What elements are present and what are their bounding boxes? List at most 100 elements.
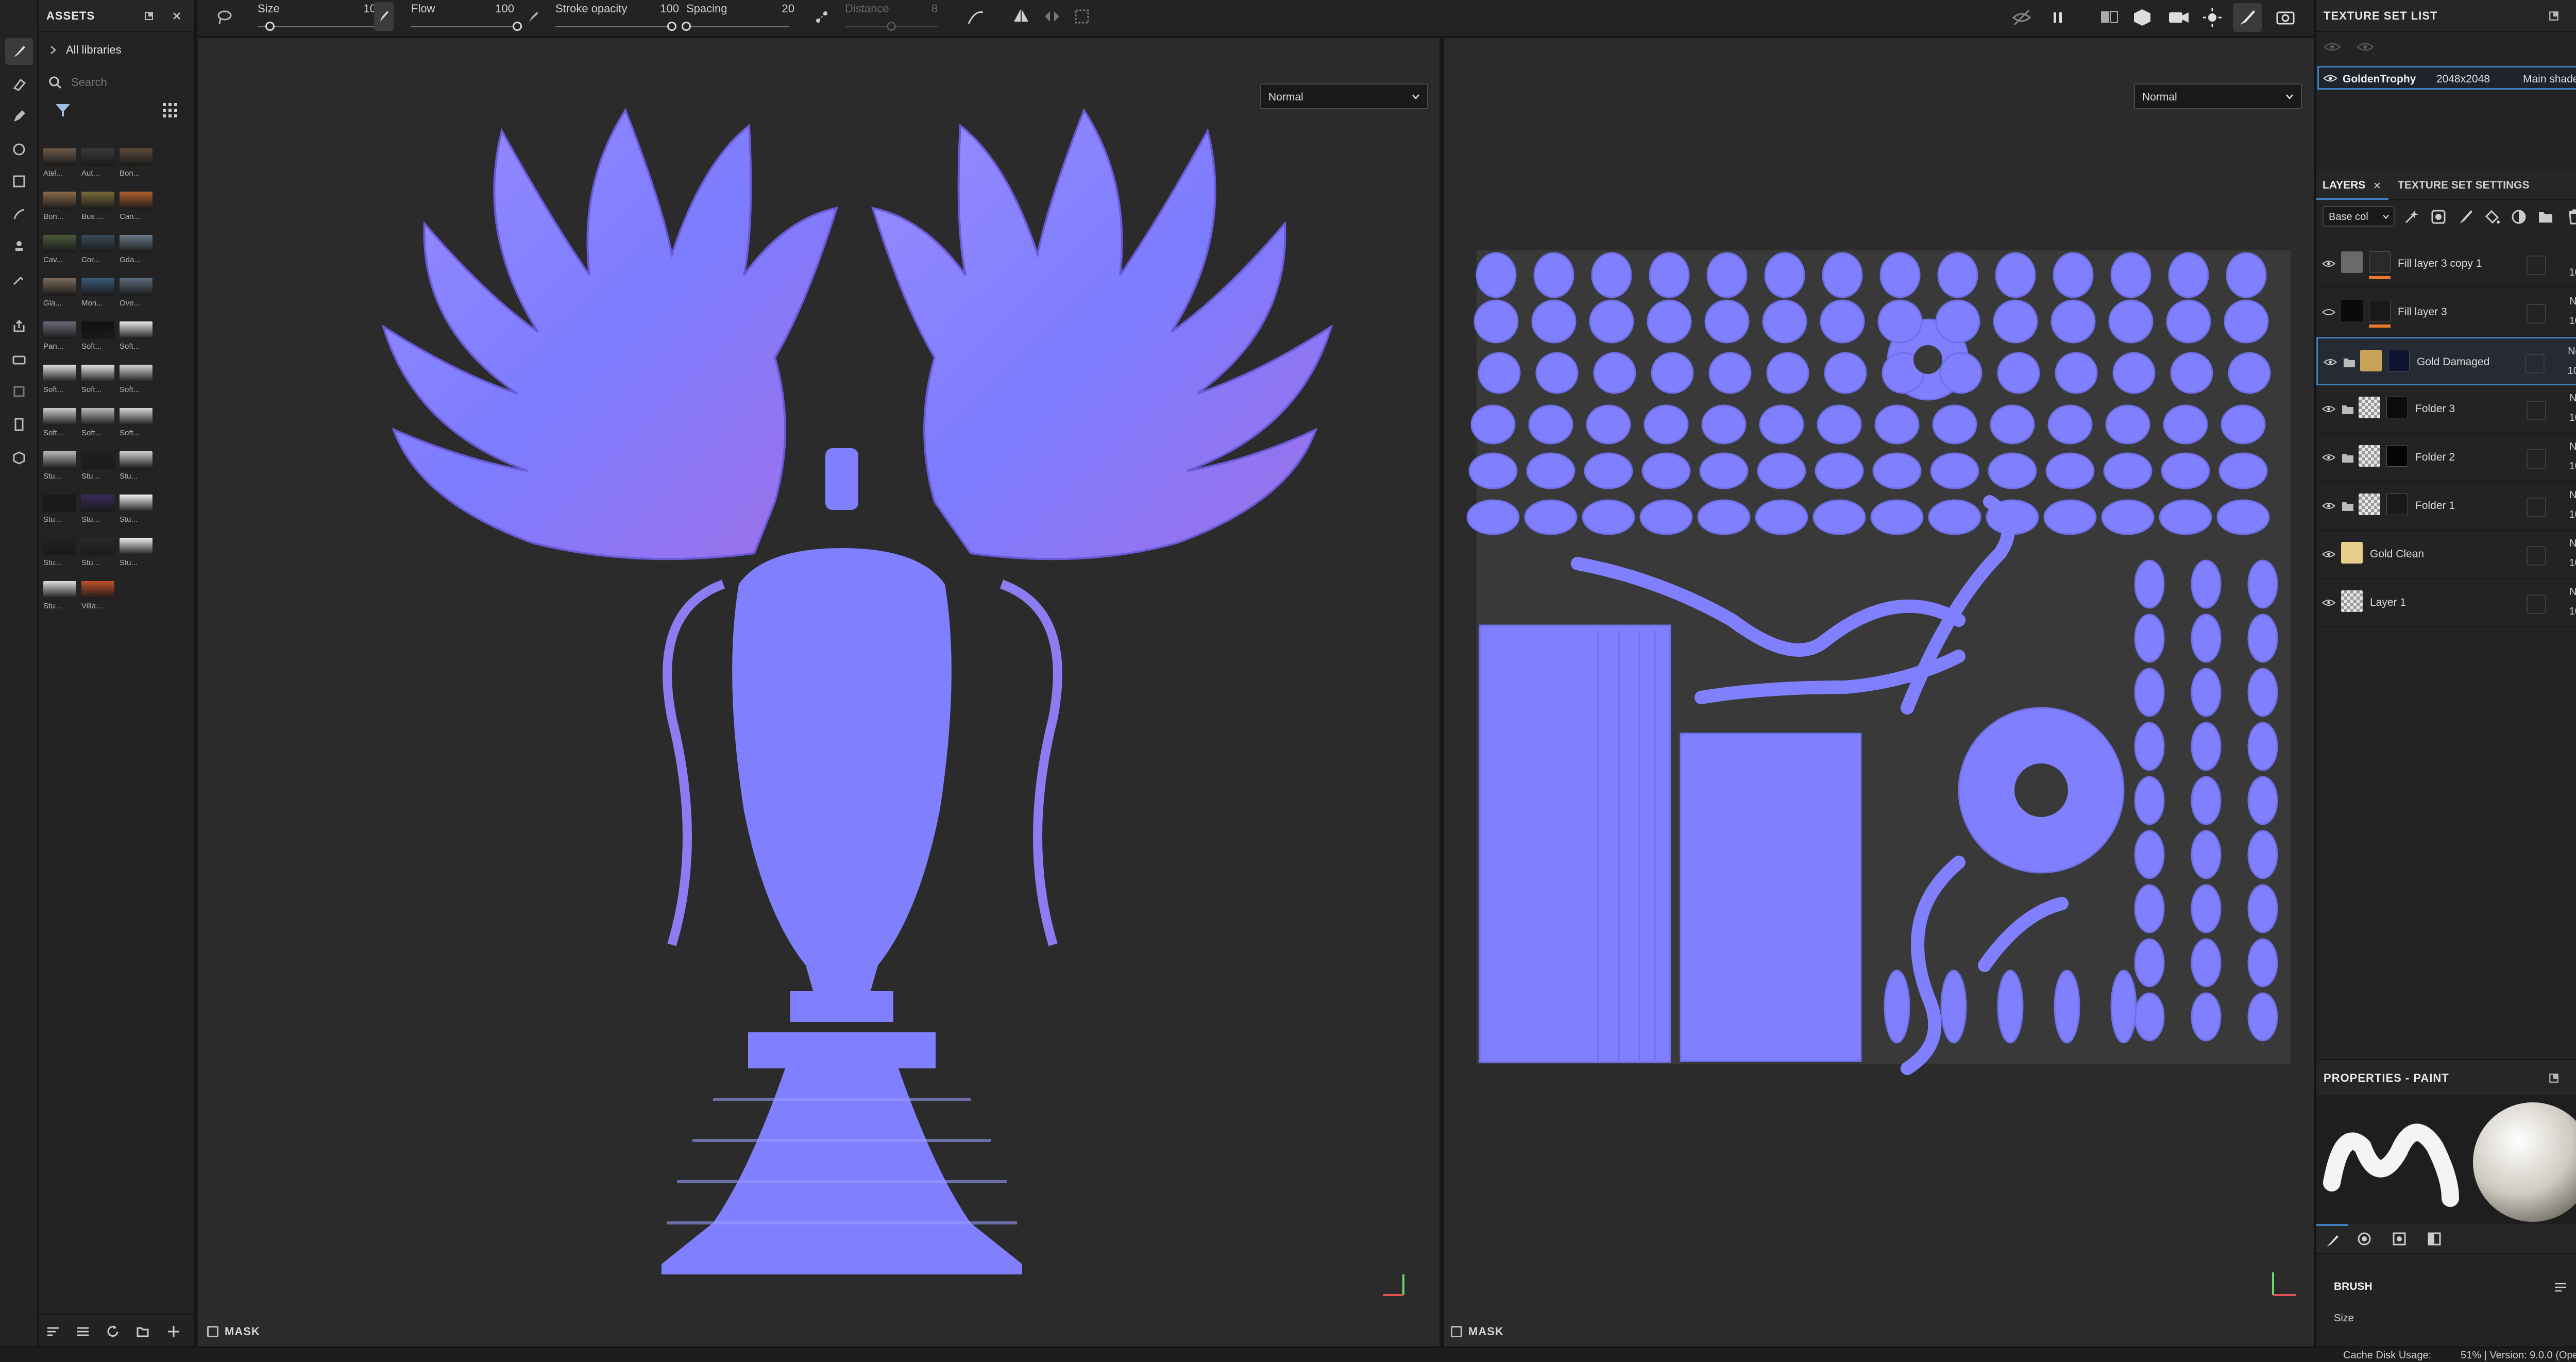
symmetry-icon[interactable]	[1012, 6, 1030, 25]
light-settings-icon[interactable]	[2201, 6, 2224, 29]
eye-icon[interactable]	[2323, 357, 2337, 367]
layer-select-box[interactable]	[2527, 449, 2546, 469]
asset-thumbnail[interactable]	[43, 365, 76, 382]
channel-dropdown[interactable]: Base col	[2323, 206, 2395, 227]
distance-value[interactable]: 8	[912, 2, 938, 15]
undock-icon[interactable]	[2548, 10, 2560, 22]
layer-select-box[interactable]	[2527, 546, 2546, 566]
layer-thumbnail[interactable]	[2341, 300, 2363, 321]
geometry-fill-tool[interactable]	[5, 136, 33, 163]
asset-thumbnail[interactable]	[81, 148, 114, 166]
layer-opacity[interactable]: 100	[2569, 606, 2576, 618]
layer-opacity[interactable]: 100	[2569, 412, 2576, 424]
layer-thumbnail[interactable]	[2341, 251, 2363, 273]
layer-mask-thumbnail[interactable]	[2388, 350, 2410, 371]
asset-search[interactable]	[48, 71, 188, 94]
screenshot-icon[interactable]	[2274, 6, 2297, 29]
stroke-opacity-value[interactable]: 100	[653, 2, 679, 15]
asset-thumbnail[interactable]	[120, 451, 152, 469]
asset-thumbnail[interactable]	[43, 451, 76, 469]
alpha-icon[interactable]	[2357, 1231, 2372, 1247]
asset-thumbnail[interactable]	[81, 495, 114, 512]
mirror-icon[interactable]	[1043, 7, 1061, 26]
mask-checkbox[interactable]	[1451, 1326, 1462, 1337]
uv-layout[interactable]	[1444, 38, 2314, 1347]
layer-row[interactable]: Gold Clean Norm 100	[2316, 531, 2576, 579]
layer-opacity[interactable]: 100	[2569, 557, 2576, 569]
eye-icon[interactable]	[2321, 598, 2336, 608]
add-fill-layer-icon[interactable]	[2483, 208, 2501, 226]
asset-thumbnail[interactable]	[43, 148, 76, 166]
layer-thumbnail[interactable]	[2341, 542, 2363, 564]
layer-name[interactable]: Folder 2	[2415, 451, 2455, 464]
clone-tool[interactable]	[5, 233, 33, 260]
box-tool[interactable]	[5, 444, 33, 471]
document-tool[interactable]	[5, 411, 33, 438]
list-filter-icon[interactable]	[45, 1324, 61, 1339]
split-view-icon[interactable]	[2098, 6, 2121, 29]
texture-set-row[interactable]: GoldenTrophy 2048x2048 Main shader	[2317, 66, 2576, 90]
polygon-fill-tool[interactable]	[5, 168, 33, 195]
distance-slider-knob[interactable]	[887, 22, 896, 31]
alignment-icon[interactable]	[965, 7, 986, 28]
eraser-tool[interactable]	[5, 71, 33, 98]
layer-row[interactable]: Fill layer 3 copy 1Ovrl100	[2316, 240, 2576, 288]
layer-blend-mode[interactable]: Norm	[2569, 489, 2576, 501]
asset-thumbnail[interactable]	[120, 408, 152, 425]
size-slider-track[interactable]	[258, 26, 381, 27]
stroke-opacity-slider-track[interactable]	[555, 26, 672, 27]
asset-thumbnail[interactable]	[81, 538, 114, 555]
layer-row[interactable]: Folder 3 Norm 100	[2316, 385, 2576, 434]
layer-select-box[interactable]	[2527, 401, 2546, 420]
layer-name[interactable]: Folder 1	[2415, 500, 2455, 512]
asset-thumbnail[interactable]	[120, 495, 152, 512]
picker-tool[interactable]	[5, 266, 33, 293]
eye-off-icon[interactable]	[2321, 307, 2336, 317]
eye-icon[interactable]	[2321, 549, 2336, 559]
layer-blend-mode[interactable]: Norm	[2569, 586, 2576, 598]
undock-icon[interactable]	[2548, 1072, 2560, 1084]
list-sort-icon[interactable]	[75, 1324, 91, 1339]
smudge-tool[interactable]	[5, 201, 33, 228]
layer-opacity[interactable]: 100	[2569, 267, 2576, 279]
paint-mode-button[interactable]	[2233, 3, 2262, 32]
layer-select-box[interactable]	[2527, 594, 2546, 614]
search-input[interactable]	[71, 76, 174, 89]
undock-button[interactable]	[140, 7, 158, 25]
layer-select-box[interactable]	[2527, 256, 2546, 275]
pause-button[interactable]	[2046, 6, 2069, 29]
eye-icon[interactable]	[2324, 40, 2341, 54]
import-icon[interactable]	[135, 1324, 150, 1339]
asset-thumbnail[interactable]	[81, 192, 114, 209]
asset-thumbnail[interactable]	[43, 538, 76, 555]
asset-thumbnail[interactable]	[43, 408, 76, 425]
layer-name[interactable]: Fill layer 3	[2398, 306, 2447, 318]
asset-thumbnail[interactable]	[43, 321, 76, 339]
spacing-slider-knob[interactable]	[682, 22, 691, 31]
asset-thumbnail[interactable]	[81, 451, 114, 469]
tab-layers[interactable]: LAYERS	[2316, 170, 2388, 200]
asset-thumbnail[interactable]	[43, 192, 76, 209]
grid-view-button[interactable]	[161, 101, 179, 120]
asset-thumbnail[interactable]	[81, 408, 114, 425]
paint-brush-tool[interactable]	[5, 38, 33, 65]
asset-thumbnail[interactable]	[43, 278, 76, 296]
close-icon[interactable]	[2373, 181, 2381, 190]
projection-tool[interactable]	[5, 103, 33, 130]
size-value[interactable]: 10	[350, 2, 376, 15]
asset-thumbnail[interactable]	[120, 278, 152, 296]
layer-thumbnail[interactable]	[2359, 445, 2380, 467]
shelf-tool[interactable]	[5, 378, 33, 405]
add-folder-icon[interactable]	[2537, 208, 2554, 226]
layer-mask-thumbnail[interactable]	[2386, 397, 2408, 418]
asset-thumbnail[interactable]	[120, 192, 152, 209]
viewport-3d[interactable]: Normal MASK	[198, 38, 1439, 1347]
eye-icon[interactable]	[2323, 73, 2337, 84]
asset-thumbnail[interactable]	[81, 321, 114, 339]
trophy-model[interactable]	[198, 38, 1439, 1347]
spacing-slider-track[interactable]	[686, 26, 789, 27]
asset-thumbnail[interactable]	[81, 581, 114, 599]
layer-blend-mode[interactable]: Norm	[2568, 346, 2576, 357]
material-icon[interactable]	[2427, 1231, 2442, 1247]
flow-pressure-icon[interactable]	[528, 10, 541, 24]
